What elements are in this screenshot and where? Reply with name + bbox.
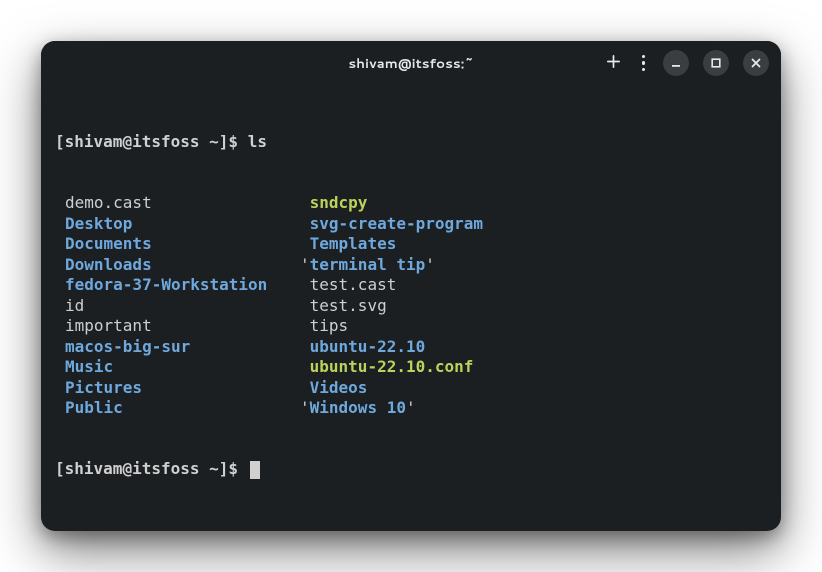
terminal-output[interactable]: [shivam@itsfoss ~]$ ls demo.castDesktopD…	[41, 85, 781, 531]
ls-entry: test.cast	[300, 275, 483, 295]
ls-entry: important	[65, 316, 300, 336]
ls-entry: ubuntu-22.10	[300, 337, 483, 357]
ls-column-2: sndcpy svg-create-program Templates 'term…	[300, 193, 483, 418]
close-icon	[750, 57, 762, 69]
ls-entry: tips	[300, 316, 483, 336]
ls-entry-name: Pictures	[65, 378, 142, 397]
ls-column-1: demo.cast DesktopDocuments Downloadsfedora…	[55, 193, 300, 418]
ls-entry-name: Music	[65, 357, 113, 376]
ls-entry-name: tips	[310, 316, 349, 335]
ls-entry: sndcpy	[300, 193, 483, 213]
prompt-cwd: ~	[209, 132, 219, 151]
ls-entry-name: test.svg	[310, 296, 387, 315]
ls-entry: 'terminal tip'	[300, 255, 483, 275]
titlebar: shivam@itsfoss:~	[41, 41, 781, 85]
ls-entry-name: Documents	[65, 234, 152, 253]
prompt-line: [shivam@itsfoss ~]$ ls	[55, 132, 767, 152]
ls-entry-name: test.cast	[310, 275, 397, 294]
ls-entry: fedora-37-Workstation	[65, 275, 300, 295]
ls-entry-name: terminal tip	[310, 255, 426, 274]
ls-entry-name: Downloads	[65, 255, 152, 274]
ls-entry-name: ubuntu-22.10.conf	[310, 357, 474, 376]
prompt-userhost: shivam@itsfoss	[65, 459, 200, 478]
new-tab-button[interactable]	[604, 53, 624, 73]
maximize-icon	[710, 57, 722, 69]
kebab-dot-icon	[642, 55, 646, 59]
ls-entry-name: Desktop	[65, 214, 132, 233]
prompt-sigil: $	[228, 132, 247, 151]
menu-button[interactable]	[638, 51, 650, 76]
ls-entry: demo.cast	[65, 193, 300, 213]
kebab-dot-icon	[642, 68, 646, 72]
ls-entry-name: ubuntu-22.10	[310, 337, 426, 356]
minimize-icon	[670, 57, 682, 69]
ls-output: demo.cast DesktopDocuments Downloadsfedora…	[55, 193, 767, 418]
ls-entry-name: id	[65, 296, 84, 315]
ls-entry: Public	[65, 398, 300, 418]
ls-entry: Downloads	[65, 255, 300, 275]
window-controls	[604, 50, 770, 76]
ls-entry: Documents	[65, 234, 300, 254]
prompt-bracket: [	[55, 132, 65, 151]
prompt-cwd: ~	[209, 459, 219, 478]
ls-entry: Desktop	[65, 214, 300, 234]
ls-entry-name: important	[65, 316, 152, 335]
plus-icon	[605, 53, 622, 70]
prompt-userhost: shivam@itsfoss	[65, 132, 200, 151]
ls-entry: id	[65, 296, 300, 316]
ls-entry-name: macos-big-sur	[65, 337, 190, 356]
ls-entry-name: svg-create-program	[310, 214, 483, 233]
ls-entry: Music	[65, 357, 300, 377]
ls-entry-name: Videos	[310, 378, 368, 397]
ls-entry: macos-big-sur	[65, 337, 300, 357]
ls-entry: 'Windows 10'	[300, 398, 483, 418]
ls-entry: Videos	[300, 378, 483, 398]
kebab-dot-icon	[642, 61, 646, 65]
ls-entry: Templates	[300, 234, 483, 254]
minimize-button[interactable]	[663, 50, 689, 76]
ls-entry: test.svg	[300, 296, 483, 316]
maximize-button[interactable]	[703, 50, 729, 76]
command-text: ls	[248, 132, 267, 151]
ls-entry-name: fedora-37-Workstation	[65, 275, 267, 294]
ls-entry: svg-create-program	[300, 214, 483, 234]
ls-entry-name: Templates	[310, 234, 397, 253]
ls-entry-name: Windows 10	[310, 398, 406, 417]
ls-entry-name: Public	[65, 398, 123, 417]
prompt-sigil: $	[228, 459, 247, 478]
close-button[interactable]	[743, 50, 769, 76]
ls-entry-name: sndcpy	[310, 193, 368, 212]
terminal-window: shivam@itsfoss:~ [shivam@itsfoss ~]$ ls	[41, 41, 781, 531]
prompt-line: [shivam@itsfoss ~]$	[55, 459, 767, 479]
ls-entry: Pictures	[65, 378, 300, 398]
cursor-icon	[250, 461, 260, 479]
ls-entry-name: demo.cast	[65, 193, 152, 212]
ls-entry: ubuntu-22.10.conf	[300, 357, 483, 377]
